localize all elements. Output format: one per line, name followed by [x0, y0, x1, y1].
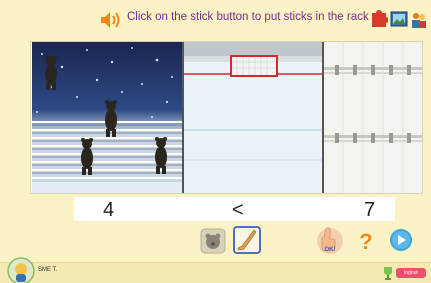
panel-divider [182, 42, 184, 193]
top-bar: Click on the stick button to put sticks … [0, 0, 431, 38]
stick-button[interactable] [233, 226, 261, 254]
reward-cup-icon [384, 267, 392, 280]
ice-rink-image [183, 42, 322, 193]
left-count: 4 [103, 199, 115, 221]
stick-rack-image [323, 42, 422, 193]
instruction-text: Click on the stick button to put sticks … [127, 11, 369, 23]
right-count: 7 [364, 199, 376, 221]
picture-icon[interactable] [390, 8, 408, 30]
bears-bleachers-image [32, 42, 182, 193]
speaker-icon[interactable] [99, 10, 121, 30]
help-label: ? [359, 229, 372, 253]
play-next-icon[interactable] [389, 228, 413, 252]
user-name: SME T. [38, 267, 58, 273]
bear-button[interactable] [200, 228, 226, 254]
footer-bar [0, 262, 431, 283]
rack-rail-bottom [323, 133, 422, 143]
puzzle-icon[interactable] [370, 8, 388, 30]
rack-rail-top [323, 65, 422, 75]
help-button[interactable]: ? [356, 227, 376, 253]
ok-label: OK! [325, 247, 336, 253]
hockey-goal [230, 55, 278, 77]
top-icons [370, 8, 431, 32]
avatar[interactable] [6, 256, 36, 283]
ok-button[interactable]: OK! [316, 225, 344, 255]
people-icon[interactable] [410, 8, 428, 30]
panel-divider [322, 42, 324, 193]
comparison-symbol: < [232, 199, 244, 221]
logout-button[interactable]: logout [396, 268, 426, 278]
